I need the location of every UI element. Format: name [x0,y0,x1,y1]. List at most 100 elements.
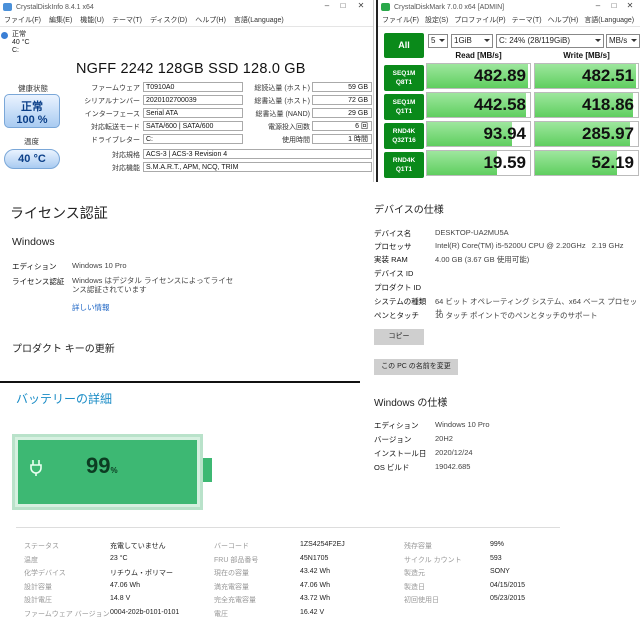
close-icon[interactable]: ✕ [355,1,367,10]
read-value: 442.58 [474,95,526,114]
cdm-menu-file[interactable]: ファイル(F) [382,15,419,25]
cdm-menu-language[interactable]: 言語(Language) [584,15,634,25]
close-icon[interactable]: ✕ [624,1,636,10]
all-button[interactable]: All [384,33,424,58]
test-seq1m-q8t1-button[interactable]: SEQ1M Q8T1 [384,65,424,91]
battery-tip [203,458,212,482]
battery-col2-label: 満充電容量 [214,583,249,591]
cdm-menu-settings[interactable]: 設定(S) [425,15,448,25]
battery-col1-label: 設計電圧 [24,597,52,605]
cdm-menu-profile[interactable]: プロファイル(P) [454,15,505,25]
drive-status-icon [1,32,8,39]
cdi-menu-disk[interactable]: ディスク(D) [150,15,187,25]
read-header: Read [MB/s] [455,51,502,60]
battery-col3-label: サイクル カウント [404,556,462,564]
serial-label: シリアルナンバー [84,98,140,105]
test-label-line2: Q32T16 [392,137,416,144]
nand-writes-value: 29 GB [312,108,372,118]
battery-col1-label: ステータス [24,543,59,550]
drive-tab-letter: C: [12,47,19,54]
result-read-seq1m-q8t1: 482.89 [426,63,531,89]
battery-col3-label: 製造日 [404,583,425,591]
size-select[interactable]: 1GiB [451,34,493,48]
unit-select[interactable]: MB/s [606,34,640,48]
result-write-rnd4k-q32t16: 285.97 [534,121,639,147]
ram-label: 実装 RAM [374,255,408,264]
battery-col1-value: 47.06 Wh [110,581,140,589]
test-rnd4k-q32t16-button[interactable]: RND4K Q32T16 [384,123,424,149]
test-seq1m-q1t1-button[interactable]: SEQ1M Q1T1 [384,94,424,120]
drive-tab-status: 正常 [12,31,26,38]
battery-percent: 99% [86,453,118,479]
battery-col2-value: 16.42 V [300,609,325,616]
drive-select[interactable]: C: 24% (28/119GiB) [496,34,604,48]
license-title: ライセンス認証 [10,205,108,221]
copy-button[interactable]: コピー [374,329,424,345]
edition-value: Windows 10 Pro [72,261,127,270]
health-label: 健康状態 [18,84,48,93]
system-type-label: システムの種類 [374,297,427,306]
battery-col1-value: 0004-202b-0101-0101 [110,609,180,616]
result-read-seq1m-q1t1: 442.58 [426,92,531,118]
cdi-window-title: CrystalDiskInfo 8.4.1 x64 [16,3,94,11]
crystaldiskinfo-window: CrystalDiskInfo 8.4.1 x64 – □ ✕ ファイル(F) … [0,0,374,182]
cdi-menu-help[interactable]: ヘルプ(H) [195,15,226,25]
drive-letter-value: C: [143,134,243,144]
battery-col3-value: 593 [490,554,502,562]
drive-letter-label: ドライブレター [91,137,140,144]
transfer-mode-label: 対応転送モード [91,124,140,131]
cdi-menubar: ファイル(F) 編集(E) 機能(U) テーマ(T) ディスク(D) ヘルプ(H… [0,14,373,27]
cdi-menu-language[interactable]: 言語(Language) [234,15,284,25]
minimize-icon[interactable]: – [321,1,333,10]
battery-col1-value: 23 °C [110,554,128,562]
maximize-icon[interactable]: □ [337,1,349,10]
battery-col2-value: 43.42 Wh [300,568,330,576]
drive-tab-temp: 40 °C [12,39,30,46]
interface-label: インターフェース [84,111,140,118]
battery-col3-label: 残存容量 [404,543,432,550]
result-write-seq1m-q8t1: 482.51 [534,63,639,89]
battery-col2-value: 1ZS4254F2EJ [300,541,345,548]
battery-col3-label: 製造元 [404,570,425,578]
battery-col2-label: 現在の容量 [214,570,249,578]
battery-col2-value: 45N1705 [300,554,329,562]
product-key-heading[interactable]: プロダクト キーの更新 [12,340,115,355]
cdm-menu-theme[interactable]: テーマ(T) [512,15,542,25]
os-build-label: OS ビルド [374,463,410,472]
battery-col3-value: 04/15/2015 [490,581,526,589]
pen-touch-value: 10 タッチ ポイントでのペンとタッチのサポート [435,311,598,320]
cdi-menu-function[interactable]: 機能(U) [80,15,104,25]
host-reads-label: 総読込量 (ホスト) [254,85,310,92]
cdi-menu-edit[interactable]: 編集(E) [49,15,72,25]
maximize-icon[interactable]: □ [608,1,620,10]
test-label-line1: RND4K [392,128,416,135]
battery-col1-label: ファームウェア バージョン [24,611,110,618]
result-read-rnd4k-q32t16: 93.94 [426,121,531,147]
battery-col2-label: バーコード [214,543,249,550]
power-on-count-value: 6 回 [312,121,372,131]
battery-percent-unit: % [110,466,118,475]
test-rnd4k-q1t1-button[interactable]: RND4K Q1T1 [384,152,424,178]
power-on-hours-label: 使用時間 [282,137,310,144]
minimize-icon[interactable]: – [592,1,604,10]
activation-value: Windows はデジタル ライセンスによってライセンス認証されています [72,276,234,294]
test-label-line1: SEQ1M [392,70,416,77]
version-value: 20H2 [435,434,453,443]
cdm-menubar: ファイル(F) 設定(S) プロファイル(P) テーマ(T) ヘルプ(H) 言語… [378,14,640,27]
cdm-menu-help[interactable]: ヘルプ(H) [548,15,579,25]
cdi-menu-theme[interactable]: テーマ(T) [112,15,142,25]
cdm-window-title: CrystalDiskMark 7.0.0 x64 [ADMIN] [394,3,505,11]
processor-label: プロセッサ [374,242,412,251]
windows-spec-title: Windows の仕様 [374,398,448,409]
battery-col2-label: 完全充電容量 [214,597,256,605]
result-write-seq1m-q1t1: 418.86 [534,92,639,118]
win-edition-value: Windows 10 Pro [435,420,490,429]
interface-value: Serial ATA [143,108,243,118]
details-link[interactable]: 詳しい情報 [72,302,110,313]
write-value: 52.19 [591,153,634,172]
cdi-menu-file[interactable]: ファイル(F) [4,15,41,25]
rename-pc-button[interactable]: この PC の名前を変更 [374,359,458,375]
count-select[interactable]: 5 [428,34,448,48]
temp-label: 温度 [24,137,39,146]
crystaldiskmark-window: CrystalDiskMark 7.0.0 x64 [ADMIN] – □ ✕ … [376,0,640,182]
